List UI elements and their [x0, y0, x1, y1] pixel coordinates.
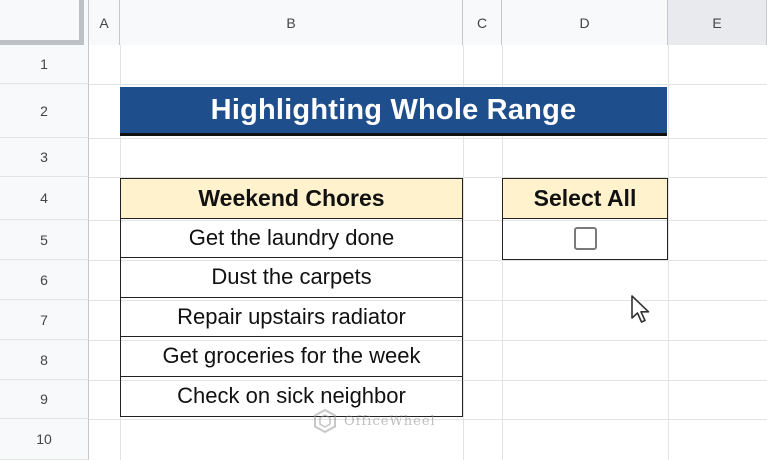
officewheel-logo-icon	[314, 408, 336, 434]
row-header-5[interactable]: 5	[0, 220, 89, 260]
title-banner[interactable]: Highlighting Whole Range	[120, 87, 667, 136]
select-all-table: Select All	[502, 178, 668, 260]
chores-header-cell[interactable]: Weekend Chores	[121, 179, 462, 219]
column-header-d[interactable]: D	[502, 0, 668, 45]
mouse-pointer-icon	[631, 295, 650, 323]
watermark: OfficeWheel	[312, 408, 436, 434]
select-all-header-cell[interactable]: Select All	[503, 179, 667, 219]
chore-cell[interactable]: Get groceries for the week	[121, 337, 462, 377]
watermark-text: OfficeWheel	[344, 413, 436, 429]
row-header-2[interactable]: 2	[0, 84, 89, 138]
select-all-corner[interactable]	[0, 0, 89, 45]
gridline	[668, 45, 669, 460]
column-header-b[interactable]: B	[120, 0, 463, 45]
column-header-a[interactable]: A	[89, 0, 120, 45]
column-header-bar: A B C D E	[0, 0, 767, 46]
chore-cell[interactable]: Repair upstairs radiator	[121, 298, 462, 337]
row-header-8[interactable]: 8	[0, 340, 89, 380]
freeze-column-handle[interactable]	[79, 0, 84, 40]
column-header-e[interactable]: E	[668, 0, 767, 45]
chore-cell[interactable]: Dust the carpets	[121, 258, 462, 298]
spreadsheet: A B C D E 1 2 3 4 5 6 7 8 9 10 Highlight…	[0, 0, 767, 460]
row-header-7[interactable]: 7	[0, 300, 89, 340]
row-header-9[interactable]: 9	[0, 380, 89, 419]
row-header-10[interactable]: 10	[0, 419, 89, 460]
row-header-4[interactable]: 4	[0, 177, 89, 220]
column-header-c[interactable]: C	[463, 0, 502, 45]
chore-cell[interactable]: Get the laundry done	[121, 219, 462, 258]
gridline	[89, 138, 767, 139]
chores-table: Weekend Chores Get the laundry done Dust…	[120, 178, 463, 417]
row-header-3[interactable]: 3	[0, 138, 89, 177]
select-all-checkbox-cell[interactable]	[503, 219, 667, 259]
row-header-6[interactable]: 6	[0, 260, 89, 300]
row-header-1[interactable]: 1	[0, 45, 89, 84]
select-all-checkbox[interactable]	[573, 227, 597, 250]
gridline	[89, 84, 767, 85]
